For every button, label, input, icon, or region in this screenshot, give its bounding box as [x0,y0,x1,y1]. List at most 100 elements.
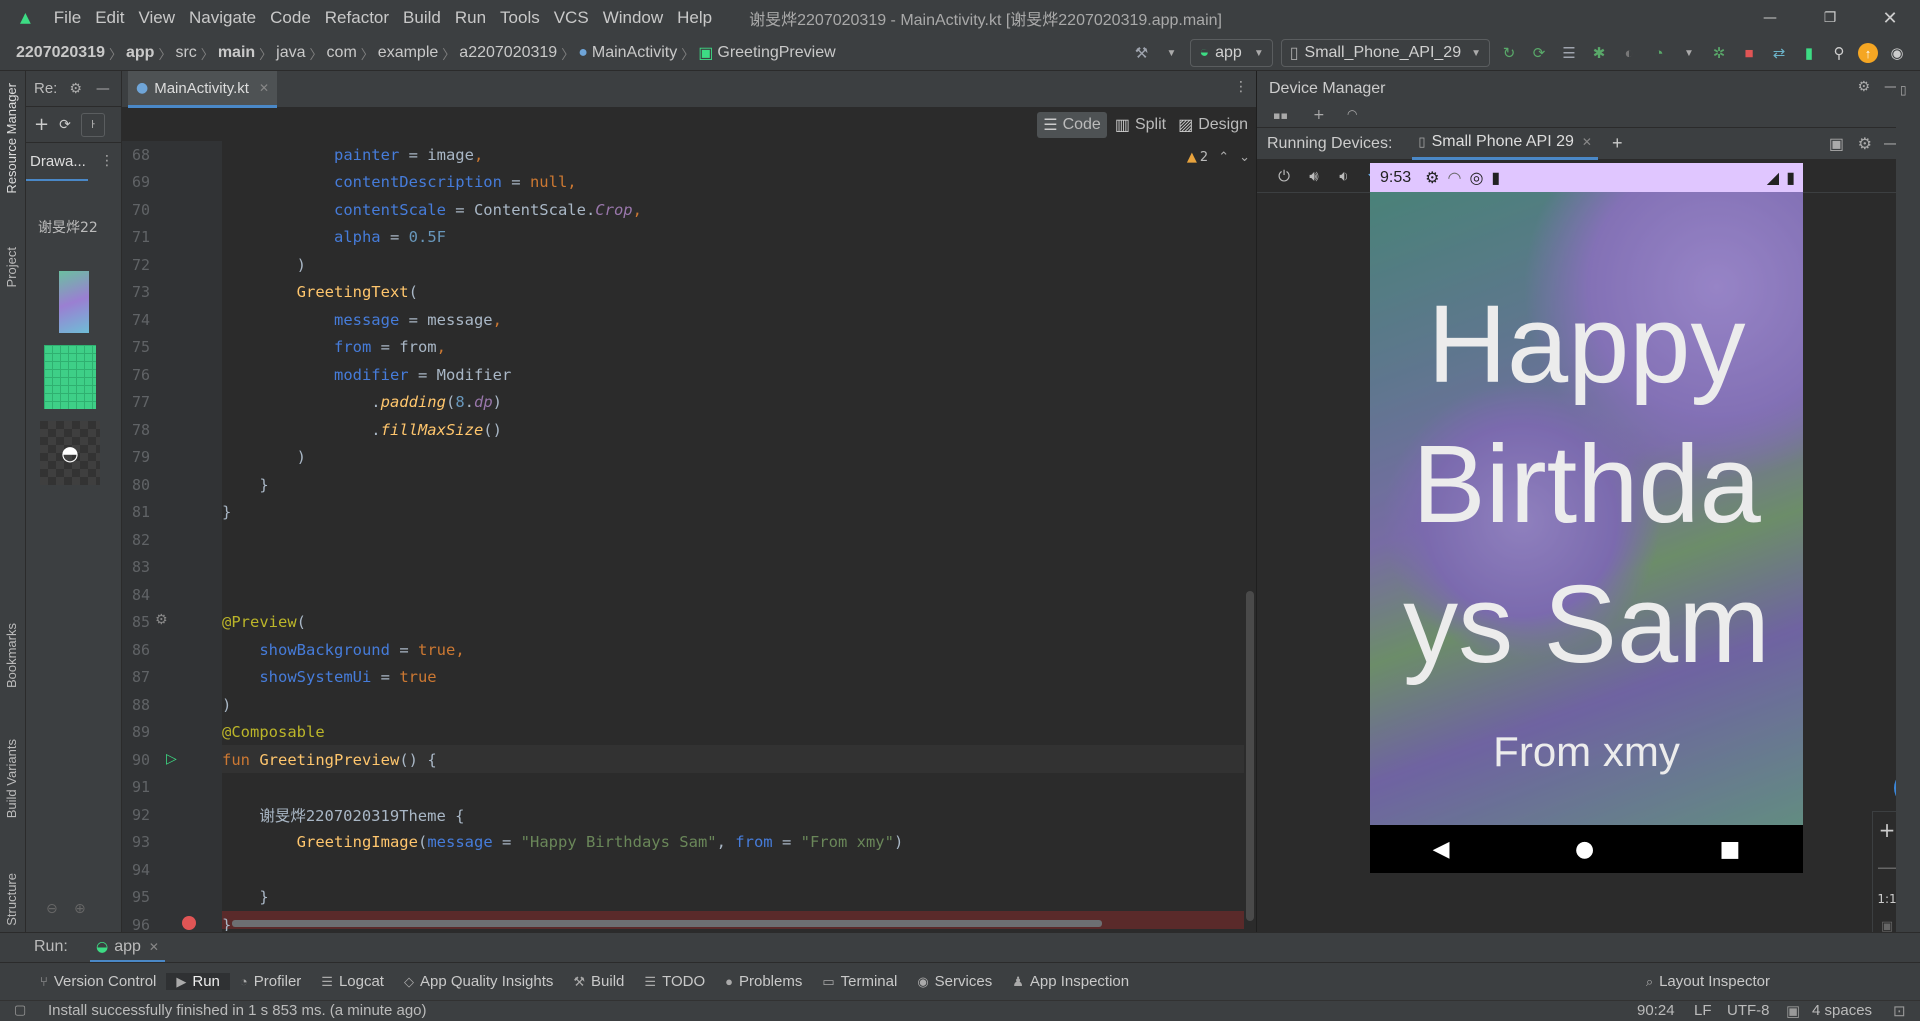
device-tab[interactable]: ▯ Small Phone API 29 ✕ [1412,128,1598,160]
tab-options-icon[interactable]: ⋮ [1234,79,1248,95]
project-tab[interactable]: Project [4,247,19,287]
menu-code[interactable]: Code [263,8,318,28]
code-line[interactable]: 80 } [122,471,1244,499]
breadcrumb-main[interactable]: main [214,44,259,62]
run-config-select[interactable]: ◒ app ▼ [1190,39,1273,67]
profile-icon[interactable]: ◔ [1648,42,1670,64]
chevron-down-icon[interactable]: ▼ [1160,42,1182,64]
breadcrumb-class[interactable]: MainActivity [588,44,681,62]
breakpoint-icon[interactable] [182,916,196,930]
add-tab-icon[interactable]: + [1612,133,1623,154]
code-line[interactable]: 81} [122,499,1244,527]
indent-setting[interactable]: 4 spaces [1812,1002,1872,1019]
code-line[interactable]: 71 alpha = 0.5F [122,224,1244,252]
tool-version-control[interactable]: ⑂ Version Control [30,973,166,990]
breadcrumb-java[interactable]: java [272,44,309,62]
tool-build[interactable]: ⚒ Build [563,973,634,990]
update-icon[interactable]: ↑ [1858,43,1878,63]
menu-view[interactable]: View [131,8,182,28]
menu-run[interactable]: Run [448,8,493,28]
breadcrumb-function[interactable]: GreetingPreview [713,44,839,62]
tool-todo[interactable]: ☰ TODO [634,973,715,990]
code-line[interactable]: 86 showBackground = true, [122,636,1244,664]
tool-terminal[interactable]: ▭ Terminal [812,973,907,990]
device-grid-icon[interactable]: ▪▪ [1273,109,1288,122]
device-manager-side-tab[interactable]: ▯ [1900,83,1907,97]
code-line[interactable]: 91 [122,774,1244,802]
code-line[interactable]: 88) [122,691,1244,719]
code-line[interactable]: 85 @Preview( [122,609,1244,637]
tool-problems[interactable]: ● Problems [715,973,812,990]
code-view[interactable]: 68 painter = image, 69 contentDescription… [122,141,1244,931]
apply-changes-icon[interactable]: ⟳ [1528,42,1550,64]
code-line[interactable]: 93 GreetingImage(message = "Happy Birthd… [122,829,1244,857]
code-line[interactable]: 70 contentScale = ContentScale.Crop, [122,196,1244,224]
resource-manager-tab[interactable]: Resource Manager [4,83,19,194]
device-manager-icon[interactable]: ▮ [1798,42,1820,64]
gear-icon[interactable]: ⚙ [155,612,168,628]
status-message[interactable]: Install successfully finished in 1 s 853… [48,1002,427,1019]
view-design-button[interactable]: ▨ Design [1174,115,1252,135]
view-code-button[interactable]: ☰ Code [1037,112,1107,138]
chevron-down-icon[interactable]: ▼ [1678,42,1700,64]
wifi-pair-icon[interactable]: ◠ [1347,107,1357,121]
code-line[interactable]: 77 .padding(8.dp) [122,389,1244,417]
structure-tab[interactable]: Structure [4,873,19,926]
refresh-icon[interactable]: ⟳ [59,117,71,133]
add-device-icon[interactable]: + [1313,107,1325,123]
build-variants-tab[interactable]: Build Variants [4,739,19,818]
code-line[interactable]: 75 from = from, [122,334,1244,362]
code-line[interactable]: 82 [122,526,1244,554]
run-list-icon[interactable]: ☰ [1558,42,1580,64]
tool-services[interactable]: ◉ Services [907,973,1002,990]
line-separator[interactable]: LF [1694,1002,1712,1019]
cursor-position[interactable]: 90:24 [1637,1002,1675,1019]
tool-profiler[interactable]: ◔ Profiler [230,973,311,990]
more-options-icon[interactable]: ⋮ [100,153,114,169]
code-line[interactable]: 76 modifier = Modifier [122,361,1244,389]
code-line[interactable]: 79 ) [122,444,1244,472]
build-hammer-icon[interactable]: ⚒ [1130,42,1152,64]
nav-home-icon[interactable]: ● [1575,837,1594,862]
zoom-actual-size[interactable]: 1:1 [1877,892,1896,906]
code-line[interactable]: 83 [122,554,1244,582]
debug-icon[interactable]: ✱ [1588,42,1610,64]
device-select[interactable]: ▯ Small_Phone_API_29 ▼ [1280,39,1490,67]
rerun-icon[interactable]: ↻ [1498,42,1520,64]
minimize-icon[interactable]: — [1740,10,1800,26]
volume-up-icon[interactable]: 🔊︎ [1303,165,1325,187]
close-tab-icon[interactable]: ✕ [1582,135,1592,149]
gear-icon[interactable]: ⚙ [1858,134,1872,154]
power-icon[interactable]: ⏻ [1273,165,1295,187]
close-tab-icon[interactable]: ✕ [259,81,269,95]
nav-back-icon[interactable]: ◀ [1433,837,1450,862]
zoom-in-icon[interactable]: + [1879,818,1896,842]
code-line[interactable]: 74 message = message, [122,306,1244,334]
menu-vcs[interactable]: VCS [547,8,596,28]
attach-debugger-icon[interactable]: ◐ [1618,42,1640,64]
stop-icon[interactable]: ■ [1738,42,1760,64]
breadcrumb-src[interactable]: src [171,44,200,62]
add-icon[interactable]: + [34,114,49,135]
account-icon[interactable]: ◉ [1886,42,1908,64]
breadcrumb-package[interactable]: a2207020319 [455,44,561,62]
tool-logcat[interactable]: ☰ Logcat [311,973,394,990]
zoom-out-icon[interactable]: ⊖ [46,901,58,917]
menu-file[interactable]: File [47,8,88,28]
drawable-thumbnail-android[interactable]: ◓ [40,421,100,485]
lock-icon[interactable]: ⊡ [1893,1002,1906,1020]
gear-icon[interactable]: ⚙ [69,81,82,97]
tool-app-inspection[interactable]: ♟ App Inspection [1002,973,1139,990]
tab-mainactivity[interactable]: ● MainActivity.kt ✕ [128,71,278,108]
volume-down-icon[interactable]: 🔉︎ [1333,165,1355,187]
code-line[interactable]: 96} [122,911,1244,931]
drawable-tab[interactable]: Drawa... [30,153,86,170]
run-app-tab[interactable]: ◒ app ✕ [90,933,165,963]
search-icon[interactable]: ⚲ [1828,42,1850,64]
run-preview-icon[interactable]: ▷ [166,751,177,767]
menu-tools[interactable]: Tools [493,8,547,28]
file-encoding[interactable]: UTF-8 [1727,1002,1770,1019]
sync-gradle-icon[interactable]: ⇄ [1768,42,1790,64]
file-readonly-icon[interactable]: ▣ [1786,1002,1800,1020]
drawable-thumbnail-grid[interactable] [44,345,96,409]
